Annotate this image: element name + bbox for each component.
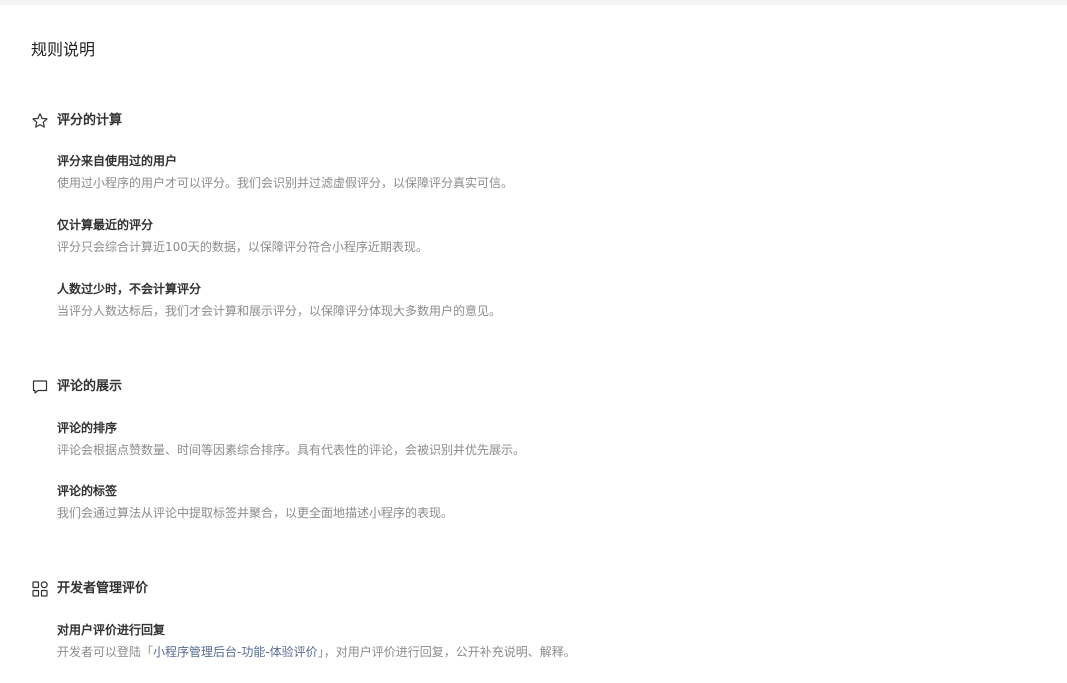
item-title: 评论的排序 [57,421,118,435]
list-item: 评论的标签 我们会通过算法从评论中提取标签并聚合，以更全面地描述小程序的表现。 [57,483,453,521]
item-title: 对用户评价进行回复 [57,623,166,637]
description-prefix: 开发者可以登陆「 [57,645,154,659]
star-icon [31,112,49,130]
item-title: 人数过少时，不会计算评分 [57,282,202,296]
item-description: 使用过小程序的用户才可以评分。我们会识别并过滤虚假评分，以保障评分真实可信。 [57,176,514,190]
description-suffix: 」，对用户评价进行回复，公开补充说明、解释。 [317,645,576,659]
item-description: 当评分人数达标后，我们才会计算和展示评分，以保障评分体现大多数用户的意见。 [57,304,502,318]
item-description: 开发者可以登陆「小程序管理后台-功能-体验评价」，对用户评价进行回复，公开补充说… [57,644,576,660]
section-title: 评分的计算 [57,113,123,128]
item-description: 评论会根据点赞数量、时间等因素综合排序。具有代表性的评论，会被识别并优先展示。 [57,443,526,457]
section-title: 开发者管理评价 [57,581,149,596]
section-title: 评论的展示 [57,379,123,394]
item-title: 仅计算最近的评分 [57,218,154,232]
item-title: 评论的标签 [57,484,118,498]
section-header-developer: 开发者管理评价 [31,579,148,599]
list-item: 评分来自使用过的用户 使用过小程序的用户才可以评分。我们会识别并过滤虚假评分，以… [57,153,513,191]
item-description: 评分只会综合计算近100天的数据，以保障评分符合小程序近期表现。 [57,240,428,254]
list-item: 对用户评价进行回复 开发者可以登陆「小程序管理后台-功能-体验评价」，对用户评价… [57,622,576,660]
list-item: 人数过少时，不会计算评分 当评分人数达标后，我们才会计算和展示评分，以保障评分体… [57,281,501,319]
admin-console-link[interactable]: 小程序管理后台-功能-体验评价 [153,645,318,659]
comment-icon [31,378,49,396]
page-title: 规则说明 [31,40,96,59]
list-item: 评论的排序 评论会根据点赞数量、时间等因素综合排序。具有代表性的评论，会被识别并… [57,420,525,458]
section-header-comments: 评论的展示 [31,377,122,397]
item-title: 评分来自使用过的用户 [57,154,178,168]
top-bar [0,0,1067,5]
apps-icon [31,580,49,598]
list-item: 仅计算最近的评分 评分只会综合计算近100天的数据，以保障评分符合小程序近期表现… [57,217,428,255]
section-header-rating: 评分的计算 [31,111,122,131]
item-description: 我们会通过算法从评论中提取标签并聚合，以更全面地描述小程序的表现。 [57,506,454,520]
